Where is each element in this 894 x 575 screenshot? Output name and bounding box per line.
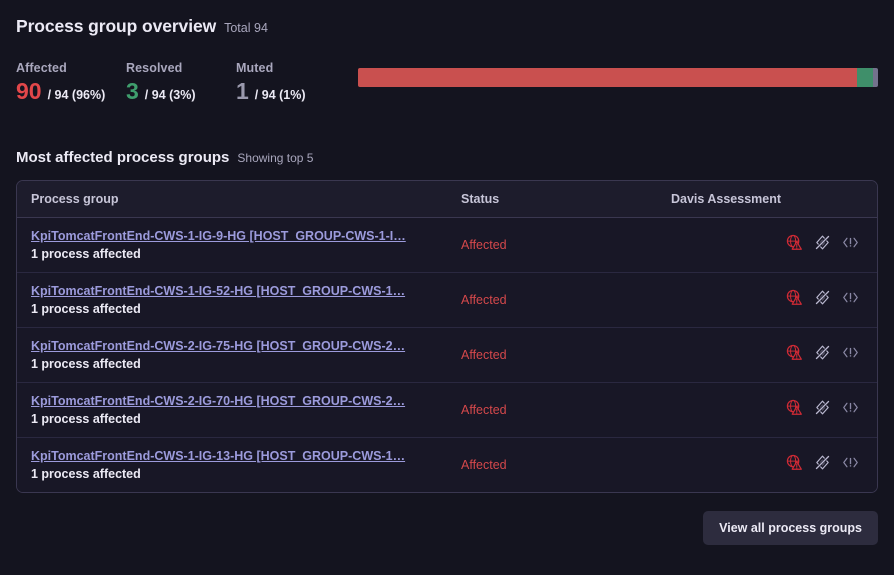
cell-davis-assessment: [657, 272, 877, 328]
total-count-label: Total 94: [224, 21, 268, 35]
stat-resolved-label: Resolved: [126, 61, 183, 75]
table-row: KpiTomcatFrontEnd-CWS-2-IG-75-HG [HOST_G…: [17, 327, 877, 383]
process-group-overview-page: Process group overview Total 94 Affected…: [0, 0, 894, 575]
column-header-process-group: Process group: [17, 181, 447, 218]
process-affected-count: 1 process affected: [31, 412, 141, 426]
davis-assessment-icons: [786, 344, 859, 361]
cell-status: Affected: [447, 327, 657, 383]
globe-problem-icon[interactable]: [786, 454, 803, 471]
alert-code-icon[interactable]: [842, 234, 859, 251]
alert-code-icon[interactable]: [842, 289, 859, 306]
davis-off-icon[interactable]: [814, 344, 831, 361]
process-group-link[interactable]: KpiTomcatFrontEnd-CWS-1-IG-52-HG [HOST_G…: [31, 284, 433, 298]
davis-off-icon[interactable]: [814, 234, 831, 251]
stat-muted-detail: / 94 (1%): [254, 88, 306, 102]
process-group-link[interactable]: KpiTomcatFrontEnd-CWS-2-IG-75-HG [HOST_G…: [31, 339, 433, 353]
cell-status: Affected: [447, 272, 657, 328]
status-badge: Affected: [461, 293, 507, 307]
alert-code-icon[interactable]: [842, 454, 859, 471]
davis-off-icon[interactable]: [814, 454, 831, 471]
section-header: Most affected process groups Showing top…: [16, 149, 878, 166]
bar-segment-affected: [358, 67, 858, 87]
table-footer: View all process groups: [16, 511, 878, 545]
table-header-row: Process group Status Davis Assessment: [17, 181, 877, 218]
process-group-link[interactable]: KpiTomcatFrontEnd-CWS-1-IG-9-HG [HOST_GR…: [31, 229, 433, 243]
overview-header: Process group overview Total 94: [16, 0, 878, 37]
stat-muted-value: 1: [236, 78, 249, 104]
column-header-status: Status: [447, 181, 657, 218]
stat-affected-value: 90: [16, 78, 42, 104]
globe-problem-icon[interactable]: [786, 234, 803, 251]
process-groups-table: Process group Status Davis Assessment Kp…: [17, 181, 877, 492]
davis-assessment-icons: [786, 454, 859, 471]
table-body: KpiTomcatFrontEnd-CWS-1-IG-9-HG [HOST_GR…: [17, 217, 877, 492]
cell-davis-assessment: [657, 382, 877, 438]
globe-problem-icon[interactable]: [786, 289, 803, 306]
process-affected-count: 1 process affected: [31, 467, 141, 481]
process-group-link[interactable]: KpiTomcatFrontEnd-CWS-2-IG-70-HG [HOST_G…: [31, 394, 433, 408]
cell-process-group: KpiTomcatFrontEnd-CWS-1-IG-52-HG [HOST_G…: [17, 272, 447, 328]
view-all-process-groups-button[interactable]: View all process groups: [703, 511, 878, 545]
cell-davis-assessment: [657, 217, 877, 273]
cell-process-group: KpiTomcatFrontEnd-CWS-2-IG-70-HG [HOST_G…: [17, 382, 447, 438]
cell-status: Affected: [447, 382, 657, 438]
section-subtitle: Showing top 5: [237, 151, 314, 165]
stat-muted-label: Muted: [236, 61, 274, 75]
globe-problem-icon[interactable]: [786, 344, 803, 361]
stat-resolved: Resolved 3 / 94 (3%): [126, 61, 236, 103]
cell-status: Affected: [447, 217, 657, 273]
globe-problem-icon[interactable]: [786, 399, 803, 416]
column-header-davis-assessment: Davis Assessment: [657, 181, 877, 218]
davis-off-icon[interactable]: [814, 289, 831, 306]
cell-process-group: KpiTomcatFrontEnd-CWS-1-IG-9-HG [HOST_GR…: [17, 217, 447, 273]
alert-code-icon[interactable]: [842, 399, 859, 416]
alert-code-icon[interactable]: [842, 344, 859, 361]
stat-affected-detail: / 94 (96%): [47, 88, 106, 102]
stats-row: Affected 90 / 94 (96%) Resolved 3 / 94 (…: [16, 53, 878, 103]
davis-off-icon[interactable]: [814, 399, 831, 416]
status-badge: Affected: [461, 348, 507, 362]
davis-assessment-icons: [786, 289, 859, 306]
stat-resolved-value: 3: [126, 78, 139, 104]
process-affected-count: 1 process affected: [31, 302, 141, 316]
page-title: Process group overview: [16, 16, 217, 36]
cell-davis-assessment: [657, 437, 877, 492]
table-header: Process group Status Davis Assessment: [17, 181, 877, 218]
table-row: KpiTomcatFrontEnd-CWS-1-IG-52-HG [HOST_G…: [17, 272, 877, 328]
stat-affected-label: Affected: [16, 61, 67, 75]
section-title: Most affected process groups: [16, 149, 230, 166]
process-affected-count: 1 process affected: [31, 357, 141, 371]
cell-davis-assessment: [657, 327, 877, 383]
process-affected-count: 1 process affected: [31, 247, 141, 261]
table-row: KpiTomcatFrontEnd-CWS-2-IG-70-HG [HOST_G…: [17, 382, 877, 438]
stat-resolved-detail: / 94 (3%): [144, 88, 196, 102]
table-row: KpiTomcatFrontEnd-CWS-1-IG-13-HG [HOST_G…: [17, 437, 877, 492]
table-row: KpiTomcatFrontEnd-CWS-1-IG-9-HG [HOST_GR…: [17, 217, 877, 273]
stat-affected: Affected 90 / 94 (96%): [16, 61, 126, 103]
distribution-bar: [358, 67, 878, 87]
davis-assessment-icons: [786, 399, 859, 416]
status-badge: Affected: [461, 458, 507, 472]
status-badge: Affected: [461, 238, 507, 252]
cell-process-group: KpiTomcatFrontEnd-CWS-1-IG-13-HG [HOST_G…: [17, 437, 447, 492]
cell-process-group: KpiTomcatFrontEnd-CWS-2-IG-75-HG [HOST_G…: [17, 327, 447, 383]
stat-muted: Muted 1 / 94 (1%): [236, 61, 346, 103]
process-groups-table-card: Process group Status Davis Assessment Kp…: [16, 180, 878, 493]
status-badge: Affected: [461, 403, 507, 417]
cell-status: Affected: [447, 437, 657, 492]
bar-segment-muted: [872, 67, 878, 87]
process-group-link[interactable]: KpiTomcatFrontEnd-CWS-1-IG-13-HG [HOST_G…: [31, 449, 433, 463]
distribution-bar-wrapper: [346, 53, 878, 103]
bar-segment-resolved: [857, 67, 873, 87]
davis-assessment-icons: [786, 234, 859, 251]
